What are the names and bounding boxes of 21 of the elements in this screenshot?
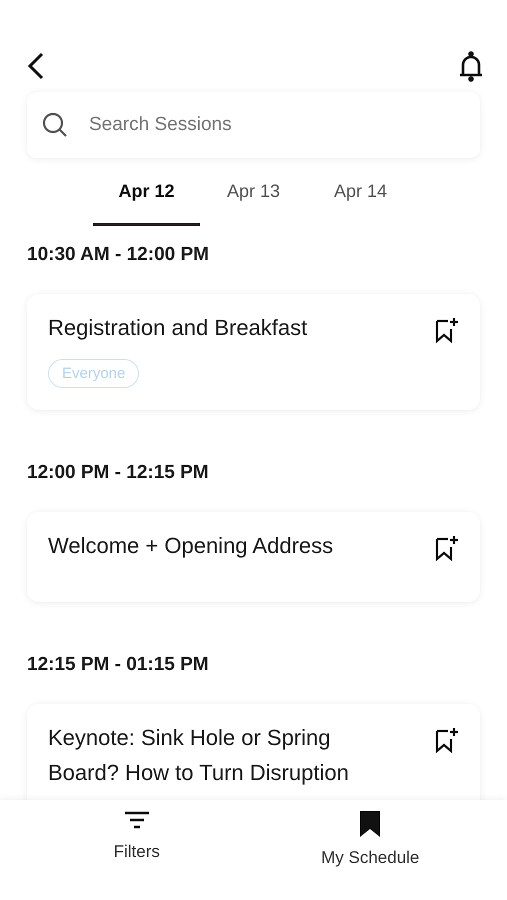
session-title: Welcome + Opening Address bbox=[48, 532, 334, 560]
bookmark-add-icon[interactable] bbox=[434, 316, 460, 344]
session-card[interactable]: Registration and Breakfast Everyone bbox=[27, 294, 480, 410]
audience-tag: Everyone bbox=[48, 359, 140, 388]
search-field[interactable]: Search Sessions bbox=[87, 113, 466, 137]
session-card[interactable]: Welcome + Opening Address bbox=[27, 512, 480, 602]
date-tab[interactable]: Apr 12 bbox=[93, 170, 200, 226]
bookmark-icon bbox=[359, 810, 382, 838]
time-slot-heading: 12:15 PM - 01:15 PM bbox=[27, 654, 210, 676]
nav-button[interactable]: Filters bbox=[56, 810, 217, 862]
date-tab[interactable]: Apr 14 bbox=[307, 170, 414, 226]
bookmark-add-icon[interactable] bbox=[434, 726, 460, 754]
time-slot-heading: 12:00 PM - 12:15 PM bbox=[27, 462, 210, 484]
nav-button[interactable]: My Schedule bbox=[290, 810, 450, 868]
date-tab[interactable]: Apr 13 bbox=[200, 170, 307, 226]
bookmark-add-icon[interactable] bbox=[434, 534, 460, 562]
session-title: Registration and Breakfast bbox=[48, 314, 308, 342]
session-card[interactable]: Keynote: Sink Hole or Spring Board? How to Turn Disruption bbox=[27, 704, 480, 800]
search-icon bbox=[41, 111, 69, 139]
time-slot-heading: 10:30 AM - 12:00 PM bbox=[27, 244, 210, 266]
session-title: Keynote: Sink Hole or Spring Board? How to Turn Disruption bbox=[48, 724, 350, 787]
